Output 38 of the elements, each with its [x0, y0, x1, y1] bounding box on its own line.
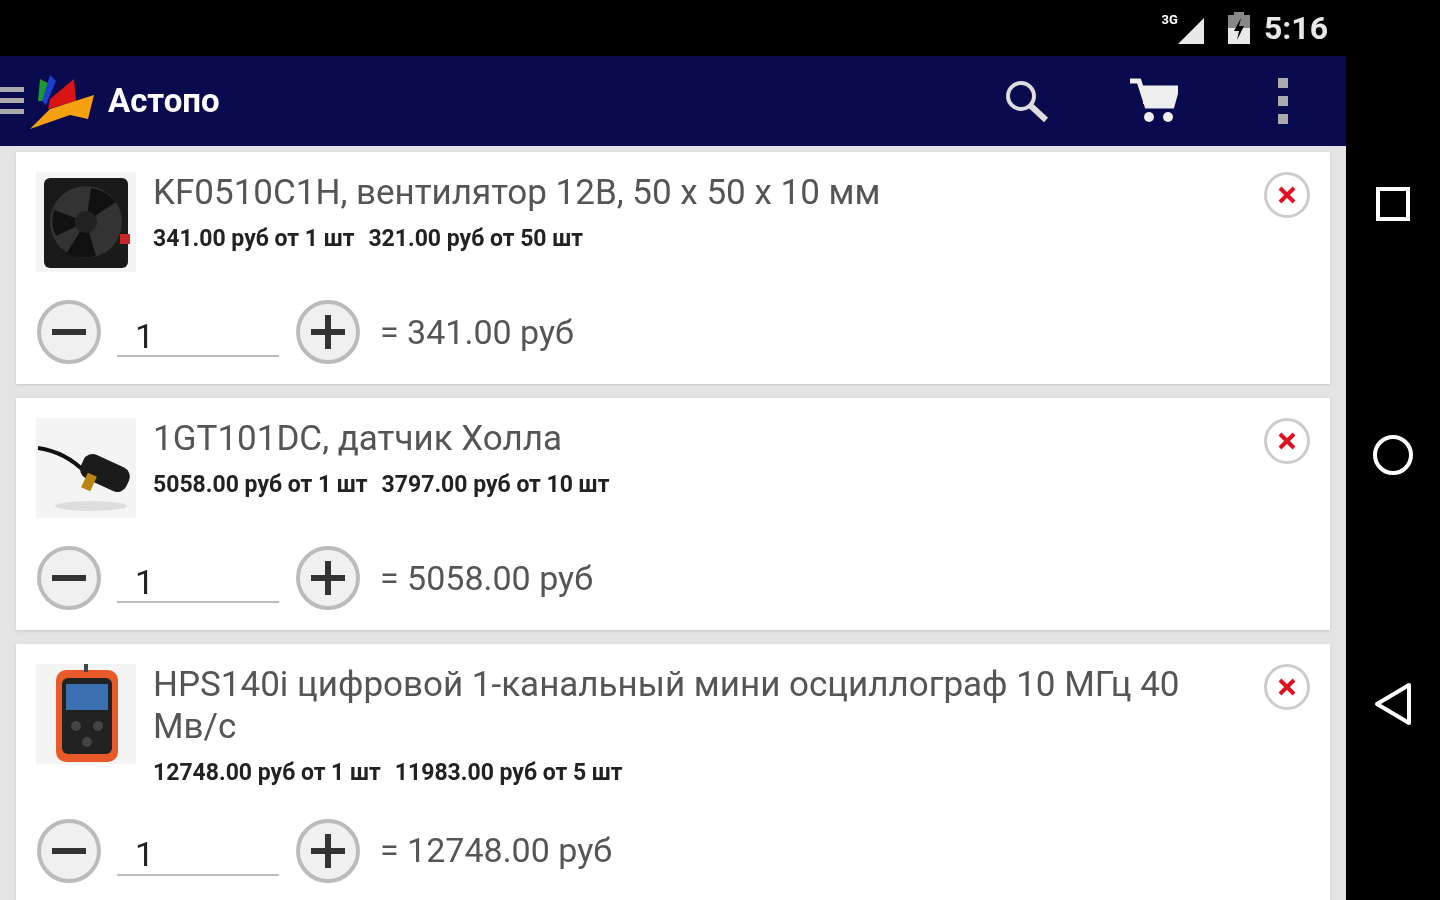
signal-icon: [1177, 18, 1204, 44]
close-icon: [1277, 185, 1297, 205]
network-type: 3G: [1161, 11, 1178, 30]
more-options-icon[interactable]: [1276, 78, 1290, 124]
plus-icon: [311, 315, 345, 349]
search-icon[interactable]: [1004, 79, 1050, 123]
price-label: 12748.00 руб от 1 шт: [153, 758, 381, 788]
remove-button[interactable]: [1264, 172, 1310, 218]
remove-button[interactable]: [1264, 418, 1310, 464]
app-title: Астопо: [108, 80, 220, 123]
price-label: 341.00 руб от 1 шт: [153, 224, 355, 254]
price-label: 321.00 руб от 50 шт: [368, 224, 583, 254]
minus-icon: [52, 847, 86, 854]
recent-apps-icon[interactable]: [1375, 186, 1411, 222]
quantity-field[interactable]: 1: [117, 553, 279, 603]
minus-icon: [52, 329, 86, 335]
product-title: 1GT101DC, датчик Холла: [153, 418, 564, 460]
close-icon: [1277, 677, 1297, 697]
clock: 5:16: [1263, 8, 1328, 49]
home-icon[interactable]: [1372, 434, 1414, 476]
line-total: = 341.00 руб: [380, 310, 574, 354]
line-total: = 5058.00 руб: [380, 556, 593, 600]
minus-icon: [52, 575, 86, 581]
quantity-field[interactable]: 1: [117, 825, 279, 876]
price-label: 3797.00 руб от 10 шт: [381, 470, 610, 500]
cart-icon[interactable]: [1130, 78, 1178, 124]
plus-icon: [311, 833, 345, 868]
product-title: HPS140i цифровой 1-канальный мини осциллограф 10 МГц 40 Мв/с: [153, 664, 1181, 748]
battery-charging-icon: [1227, 12, 1250, 44]
plus-icon: [311, 561, 345, 595]
line-total: = 12748.00 руб: [380, 829, 613, 872]
back-icon[interactable]: [1373, 682, 1413, 726]
close-icon: [1277, 431, 1297, 451]
product-title: KF0510C1H, вентилятор 12В, 50 x 50 x 10 мм: [153, 172, 882, 214]
price-label: 11983.00 руб от 5 шт: [394, 758, 623, 788]
remove-button[interactable]: [1264, 664, 1310, 710]
price-label: 5058.00 руб от 1 шт: [153, 470, 368, 500]
quantity-field[interactable]: 1: [117, 307, 279, 357]
